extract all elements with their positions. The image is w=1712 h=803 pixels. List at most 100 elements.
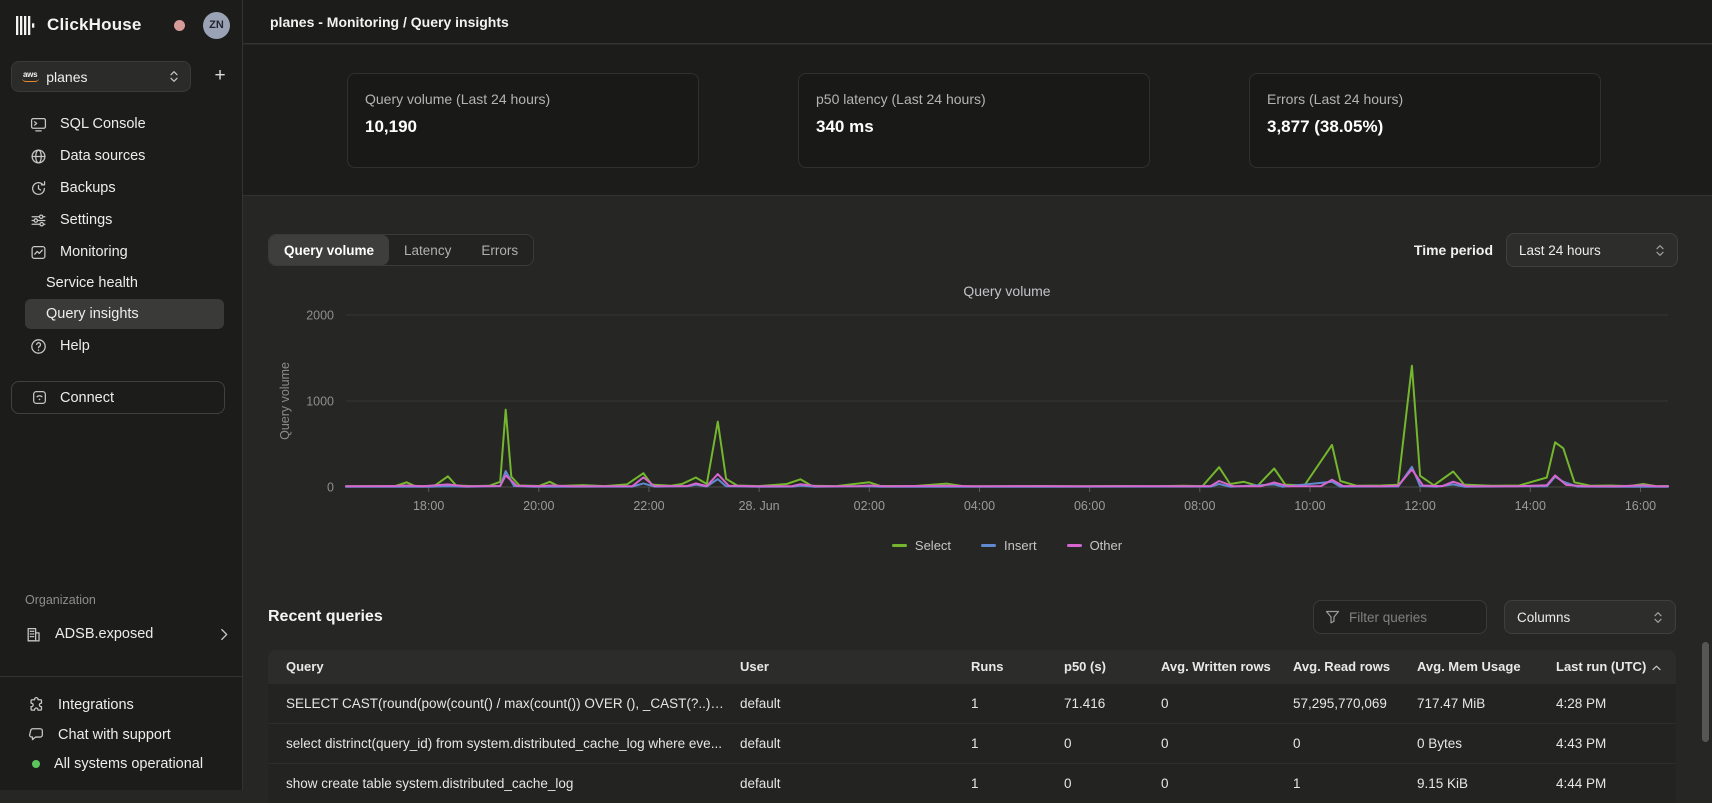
chart-title: Query volume [346,283,1668,299]
svg-text:28. Jun: 28. Jun [739,499,780,513]
table-row[interactable]: SELECT CAST(round(pow(count() / max(coun… [268,683,1676,723]
service-name: planes [46,69,87,85]
chart-legend: Select Insert Other [346,538,1668,553]
svg-text:12:00: 12:00 [1404,499,1435,513]
stat-card-label: Errors (Last 24 hours) [1267,91,1583,107]
user-avatar[interactable]: ZN [203,12,230,39]
connect-button[interactable]: Connect [11,381,225,414]
sidebar-nav: SQL ConsoleData sources Backups Settings Mo… [0,108,242,362]
column-header-user[interactable]: User [740,659,971,674]
sidebar-footer-label: Integrations [58,697,134,713]
svg-text:06:00: 06:00 [1074,499,1105,513]
time-period-select[interactable]: Last 24 hours [1506,233,1678,267]
notification-dot-icon[interactable] [174,20,185,31]
column-header-avg-mem-usage[interactable]: Avg. Mem Usage [1417,659,1556,674]
table-row[interactable]: show create table system.distributed_cac… [268,763,1676,803]
columns-select[interactable]: Columns [1504,600,1676,634]
organization-section-label: Organization [25,593,96,607]
sidebar-subitem-query-insights[interactable]: Query insights [25,299,224,329]
table-cell: 1 [1293,776,1417,791]
sidebar-item-data-sources[interactable]: Data sources [0,140,242,172]
svg-text:0: 0 [327,481,334,495]
service-selector[interactable]: aws planes [11,61,191,92]
table-cell: 0 Bytes [1417,736,1556,751]
table-cell: 9.15 KiB [1417,776,1556,791]
sidebar-item-label: Settings [60,212,112,228]
sidebar-item-monitoring[interactable]: Monitoring [0,236,242,268]
svg-text:2000: 2000 [306,309,334,323]
sidebar: ClickHouse ZN aws planes + SQL ConsoleDa… [0,0,243,790]
sidebar-item-backups[interactable]: Backups [0,172,242,204]
organization-switcher[interactable]: ADSB.exposed [25,621,228,647]
sidebar-item-label: Backups [60,180,116,196]
add-service-button[interactable]: + [206,62,234,90]
svg-text:08:00: 08:00 [1184,499,1215,513]
stat-card-p50-latency: p50 latency (Last 24 hours) 340 ms [798,73,1150,168]
table-cell: SELECT CAST(round(pow(count() / max(coun… [268,696,740,711]
sidebar-footer-label: All systems operational [54,756,203,772]
query-insights-page: { "app": { "brand": "ClickHouse", "avata… [0,0,1712,790]
table-cell: 0 [1064,776,1161,791]
table-cell: 0 [1161,776,1293,791]
stat-card-value: 3,877 (38.05%) [1267,117,1583,137]
svg-text:14:00: 14:00 [1515,499,1546,513]
svg-text:16:00: 16:00 [1625,499,1656,513]
clickhouse-logo-icon [16,16,37,35]
table-cell: 0 [1064,736,1161,751]
sidebar-item-label: Monitoring [60,244,128,260]
tab-latency[interactable]: Latency [389,235,466,265]
time-period-control: Time period Last 24 hours [1414,233,1678,267]
vertical-scrollbar[interactable] [1702,642,1709,742]
column-header-avg-read-rows[interactable]: Avg. Read rows [1293,659,1417,674]
legend-label: Select [915,538,951,553]
columns-select-label: Columns [1517,610,1570,625]
column-header-avg-written-rows[interactable]: Avg. Written rows [1161,659,1293,674]
organization-name: ADSB.exposed [55,626,220,642]
tab-query-volume[interactable]: Query volume [269,235,389,265]
query-volume-chart: 010002000Query volume18:0020:0022:0028. … [260,305,1700,527]
legend-label: Insert [1004,538,1037,553]
stats-cards-strip: Query volume (Last 24 hours) 10,190 p50 … [243,45,1712,196]
chat-icon [28,726,45,743]
chevron-updown-icon [1655,243,1665,258]
table-cell: default [740,776,971,791]
column-header-p50-s[interactable]: p50 (s) [1064,659,1161,674]
backups-icon [30,180,47,197]
sidebar-subitem-service-health[interactable]: Service health [25,268,224,298]
sidebar-item-sql-console[interactable]: SQL Console [0,108,242,140]
table-cell: 57,295,770,069 [1293,696,1417,711]
sidebar-item-help[interactable]: Help [0,330,242,362]
sidebar-footer-integrations[interactable]: Integrations [28,696,134,713]
help-icon [30,338,47,355]
sidebar-footer-all-systems-operational[interactable]: All systems operational [31,756,203,772]
chevron-updown-icon [169,69,179,84]
chart-svg: 010002000Query volume18:0020:0022:0028. … [260,305,1700,527]
svg-text:1000: 1000 [306,395,334,409]
legend-item-insert[interactable]: Insert [981,538,1037,553]
table-cell: default [740,696,971,711]
table-cell: 1 [971,776,1064,791]
status-dot-icon [31,759,41,769]
tab-errors[interactable]: Errors [466,235,533,265]
table-cell: 1 [971,736,1064,751]
column-header-query[interactable]: Query [268,659,740,674]
brand-name: ClickHouse [47,15,142,35]
table-cell: 1 [971,696,1064,711]
table-row[interactable]: select distrinct(query_id) from system.d… [268,723,1676,763]
recent-queries-title: Recent queries [268,608,383,626]
filter-queries-placeholder: Filter queries [1349,610,1427,625]
filter-queries-input[interactable]: Filter queries [1313,600,1487,634]
recent-queries-table: QueryUserRunsp50 (s)Avg. Written rowsAvg… [268,650,1676,803]
funnel-icon [1325,610,1340,624]
column-header-runs[interactable]: Runs [971,659,1064,674]
aws-provider-icon: aws [23,70,37,79]
table-cell: 0 [1293,736,1417,751]
legend-item-select[interactable]: Select [892,538,951,553]
sidebar-item-settings[interactable]: Settings [0,204,242,236]
sidebar-footer-chat-with-support[interactable]: Chat with support [28,726,171,743]
table-cell: 4:28 PM [1556,696,1676,711]
legend-item-other[interactable]: Other [1067,538,1123,553]
column-header-last-run-utc[interactable]: Last run (UTC) [1556,659,1676,674]
connect-label: Connect [60,390,114,406]
data-sources-icon [30,148,47,165]
